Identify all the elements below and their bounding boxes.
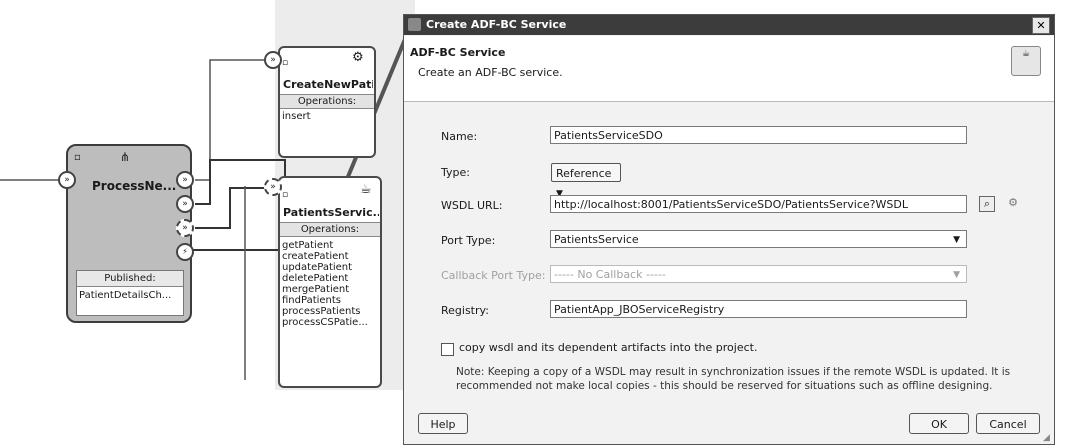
header-subtitle: Create an ADF-BC service. (418, 66, 563, 79)
callback-port-type-label: Callback Port Type: (441, 269, 546, 282)
operation-item: mergePatient (282, 284, 350, 295)
dropdown-arrow-icon: ▼ (953, 235, 960, 245)
gear-icon: ⚙ (352, 50, 364, 65)
settings-gear-icon[interactable]: ⚙ (1006, 196, 1020, 210)
process-reference-port[interactable]: » (176, 219, 194, 237)
collapse-icon[interactable]: ▫ (282, 190, 288, 200)
operation-item: deletePatient (282, 273, 349, 284)
component-title: PatientsServic... (283, 206, 379, 219)
published-label: Published: (77, 271, 183, 287)
note-text: Note: Keeping a copy of a WSDL may resul… (456, 366, 1011, 392)
process-inbound-port[interactable]: » (58, 171, 76, 189)
create-adf-bc-service-dialog: Create ADF-BC Service ✕ ADF-BC Service C… (403, 14, 1055, 445)
create-service-port[interactable]: » (264, 51, 282, 69)
ok-button[interactable]: OK (909, 413, 969, 434)
dialog-title: Create ADF-BC Service (426, 18, 567, 31)
type-label: Type: (441, 166, 470, 179)
header-title: ADF-BC Service (410, 46, 506, 59)
create-new-patient-component[interactable]: ▫ ⚙ CreateNewPati... Operations: insert (278, 46, 376, 158)
process-event-port[interactable]: ⚡ (176, 243, 194, 261)
name-input[interactable]: PatientsServiceSDO (550, 126, 967, 144)
operation-item: processPatients (282, 306, 361, 317)
operation-item: updatePatient (282, 262, 353, 273)
wsdl-url-label: WSDL URL: (441, 199, 503, 212)
process-flow-icon: ⋔ (120, 150, 131, 164)
operation-item: processCSPatie... (282, 317, 368, 328)
operations-header: Operations: (280, 222, 380, 237)
collapse-icon[interactable]: ▫ (282, 58, 288, 68)
operation-item: getPatient (282, 240, 334, 251)
dropdown-arrow-icon: ▼ (953, 270, 960, 280)
name-label: Name: (441, 130, 478, 143)
process-component[interactable]: ▫ ⋔ ProcessNe... Published: PatientDetai… (66, 144, 192, 323)
app-icon (408, 18, 421, 31)
registry-input[interactable]: PatientApp_JBOServiceRegistry (550, 300, 967, 318)
type-dropdown-button[interactable]: Reference ▼ (551, 163, 621, 199)
process-reference-port[interactable]: » (176, 171, 194, 189)
wsdl-url-input[interactable]: http://localhost:8001/PatientsServiceSDO… (550, 195, 967, 213)
callback-port-type-value: ----- No Callback ----- (554, 268, 666, 281)
copy-wsdl-label[interactable]: copy wsdl and its dependent artifacts in… (459, 341, 757, 354)
close-button[interactable]: ✕ (1032, 17, 1050, 34)
dialog-header: ADF-BC Service Create an ADF-BC service.… (404, 36, 1054, 102)
operation-item: insert (282, 111, 311, 122)
port-type-select[interactable]: PatientsService ▼ (550, 230, 967, 248)
resize-grip-icon[interactable]: ◢ (1043, 433, 1050, 443)
copy-wsdl-checkbox[interactable] (441, 343, 454, 356)
operations-list: getPatient createPatient updatePatient d… (280, 240, 368, 328)
operation-item: findPatients (282, 295, 342, 306)
component-title: ProcessNe... (92, 179, 177, 193)
type-value: Reference (556, 167, 612, 180)
port-type-value: PatientsService (554, 233, 639, 246)
patients-service-port[interactable]: » (264, 178, 282, 196)
patients-service-component[interactable]: ▫ ☕ PatientsServic... Operations: getPat… (278, 176, 382, 388)
callback-port-type-select[interactable]: ----- No Callback ----- ▼ (550, 265, 967, 283)
wire-to-create (195, 59, 268, 181)
cancel-button[interactable]: Cancel (976, 413, 1040, 434)
port-type-label: Port Type: (441, 234, 496, 247)
dialog-titlebar[interactable]: Create ADF-BC Service ✕ (404, 15, 1054, 35)
process-reference-port[interactable]: » (176, 195, 194, 213)
browse-wsdl-icon[interactable]: ⌕ (979, 196, 995, 212)
operations-header: Operations: (280, 94, 374, 109)
published-panel: Published: PatientDetailsCh... (76, 270, 184, 316)
collapse-icon[interactable]: ▫ (74, 152, 81, 163)
adf-bc-icon: ☕ (360, 182, 372, 197)
help-button[interactable]: Help (418, 413, 468, 434)
registry-label: Registry: (441, 304, 489, 317)
published-value: PatientDetailsCh... (79, 290, 172, 301)
operation-item: createPatient (282, 251, 349, 262)
wire-to-patients (195, 187, 268, 229)
component-title: CreateNewPati... (283, 78, 373, 91)
java-cup-icon: ☕ (1011, 46, 1041, 76)
